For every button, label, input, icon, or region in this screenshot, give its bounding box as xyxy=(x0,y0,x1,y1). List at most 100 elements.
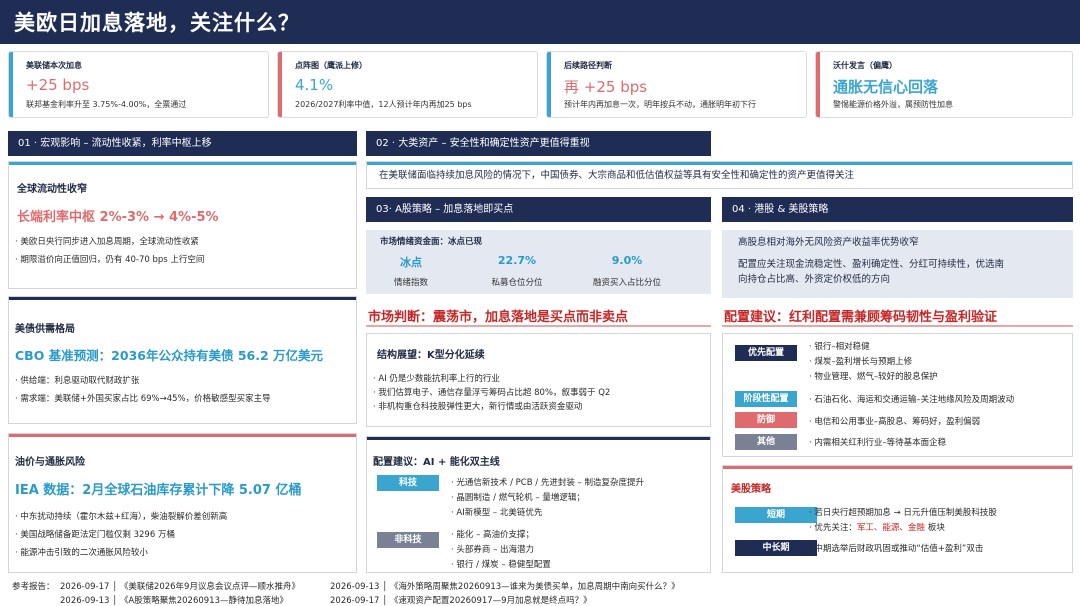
card-title: 全球流动性收窄 xyxy=(17,184,87,195)
section-01-header: 01 · 宏观影响 – 流动性收紧，利率中枢上移 xyxy=(8,131,357,156)
bullet: · AI 仍是少数能抗利率上行的行业 xyxy=(373,374,500,384)
card-title: 结构展望：K型分化延续 xyxy=(377,350,485,361)
sentiment-panel: 市场情绪资金面：冰点已现 冰点 22.7% 9.0% 情绪指数 私募仓位分位 融… xyxy=(366,230,711,294)
tag-defense: 防御 xyxy=(735,412,797,428)
oil-card: 油价与通胀风险 IEA 数据：2月全球石油库存累计下降 5.07 亿桶 · 中东… xyxy=(8,433,357,573)
tag-non-tech: 非科技 xyxy=(377,532,439,548)
kpi-card-hike: 美联储本次加息 +25 bps 联邦基金利率升至 3.75%-4.00%，全票通… xyxy=(8,51,269,118)
kpi-label: 美联储本次加息 xyxy=(26,61,82,70)
bullet: · 非机构重仓科技股弹性更大，新行情或由活跃资金驱动 xyxy=(373,402,583,412)
card-accent xyxy=(367,162,1072,165)
kpi-label: 点阵图（鹰派上修） xyxy=(295,61,367,70)
kpi-accent xyxy=(816,52,820,117)
treasury-card: 美债供需格局 CBO 基准预测：2036年公众持有美债 56.2 万亿美元 · … xyxy=(8,296,357,424)
tag-mid-long-term: 中长期 xyxy=(735,540,817,556)
stat-value: 22.7% xyxy=(497,254,537,267)
kpi-desc: 2026/2027利率中值，12人预计年内再加25 bps xyxy=(295,100,472,109)
kpi-accent xyxy=(547,52,551,117)
us-strategy-card: 美股策略 短期 · 若日央行超预期加息 → 日元升值压制美股科技股 · 优先关注… xyxy=(722,465,1073,573)
kpi-desc: 预计年内再加息一次，明年按兵不动，通胀明年初下行 xyxy=(564,100,756,109)
card-highlight: CBO 基准预测：2036年公众持有美债 56.2 万亿美元 xyxy=(15,348,324,363)
stat-label: 私募仓位分位 xyxy=(491,278,543,288)
focus-sectors: 军工、能源、金融 xyxy=(856,523,925,533)
reference-item: 2026-09-17 │ 《速观资产配置20260917—9月加息就是终点吗？》 xyxy=(330,596,592,606)
list-item: · 煤炭–盈利增长与预期上修 xyxy=(809,357,913,367)
list-item: · 头部券商 – 出海潜力 xyxy=(451,545,535,555)
stat-label: 融资买入占比分位 xyxy=(592,278,661,288)
list-item: · 晶圆制造 / 燃气轮机 – 量増逻辑； xyxy=(451,493,585,503)
divider xyxy=(366,325,711,327)
list-item: · 光通信新技术 / PCB / 先进封装 – 制造复杂度提升 xyxy=(451,478,644,488)
asset-allocation-card: 在美联储面临持续加息风险的情况下，中国债券、大宗商品和低估值权益等具有安全性和确… xyxy=(366,161,1073,189)
config-card: 配置建议：AI + 能化双主线 科技 · 光通信新技术 / PCB / 先进封装… xyxy=(366,436,711,573)
card-title: 油价与通胀风险 xyxy=(15,457,85,468)
bullet: · 期限溢价向正值回归，仍有 40-70 bps 上行空间 xyxy=(15,255,205,265)
kpi-value: 4.1% xyxy=(295,76,334,94)
list-item: · 物业管理、燃气–较好的股息保护 xyxy=(809,372,938,382)
list-item: · AI新模型 – 北美链优先 xyxy=(451,508,543,518)
sentiment-title: 市场情绪资金面：冰点已现 xyxy=(380,237,483,247)
divider xyxy=(722,325,1073,327)
kpi-accent xyxy=(278,52,282,117)
list-item: · 银行 / 煤炭 – 稳健型配置 xyxy=(451,560,551,570)
list-item: · 若日央行超预期加息 → 日元升值压制美股科技股 xyxy=(809,508,997,518)
tag-priority: 优先配置 xyxy=(735,345,797,361)
title-bar: 美欧日加息落地，关注什么？ xyxy=(0,0,1080,44)
stat-value: 9.0% xyxy=(611,254,643,267)
stat-label: 情绪指数 xyxy=(393,278,428,288)
kpi-card-warsh: 沃什发言（偏鹰） 通胀无信心回落 警惕能源价格外溢，属预防性加息 xyxy=(815,51,1073,118)
allocation-advice: 配置建议：红利配置需兼顾筹码韧性与盈利验证 xyxy=(724,310,998,325)
intro-line: 高股息相对海外无风险资产收益率优势收窄 xyxy=(738,237,919,248)
intro-line: 配置应关注现金流稳定性、盈利确定性、分红可持续性，优选南 xyxy=(738,259,1005,270)
asset-allocation-text: 在美联储面临持续加息风险的情况下，中国债券、大宗商品和低估值权益等具有安全性和确… xyxy=(379,170,855,181)
kpi-card-dotplot: 点阵图（鹰派上修） 4.1% 2026/2027利率中值，12人预计年内再加25… xyxy=(277,51,538,118)
kpi-value: 再 +25 bps xyxy=(564,78,648,96)
kpi-card-path: 后续路径判断 再 +25 bps 预计年内再加息一次，明年按兵不动，通胀明年初下… xyxy=(546,51,807,118)
card-title: 美债供需格局 xyxy=(15,324,75,335)
list-item: · 电信和公用事业–高股息、筹码好，盈利偏弱 xyxy=(809,417,981,427)
card-accent xyxy=(9,434,356,437)
focus-suffix: 板块 xyxy=(927,523,945,533)
reference-item: 2026-09-13 │ 《海外策略周聚焦20260913—谁来为美债买单，加息… xyxy=(330,582,680,592)
kpi-value: 通胀无信心回落 xyxy=(833,78,939,96)
bullet: · 我们估算电子、通信存量浮亏筹码占比超 80%，叙事弱于 Q2 xyxy=(373,388,611,398)
outlook-card: 结构展望：K型分化延续 · AI 仍是少数能抗利率上行的行业 · 我们估算电子、… xyxy=(366,333,711,427)
tag-tech: 科技 xyxy=(377,475,439,491)
list-item: · 石油石化、海运和交通运输–关注地缘风险及周期波动 xyxy=(809,395,1015,405)
card-highlight: IEA 数据：2月全球石油库存累计下降 5.07 亿桶 xyxy=(15,483,302,498)
kpi-label: 后续路径判断 xyxy=(564,61,612,70)
section-03-header: 03· A股策略 – 加息落地即买点 xyxy=(366,197,711,222)
bullet: · 供给端：利息驱动取代财政扩张 xyxy=(15,376,140,386)
list-item: · 内需相关红利行业–等待基本面企稳 xyxy=(809,438,947,448)
card-accent xyxy=(9,297,356,300)
intro-line: 向持仓占比高、外资定价权低的方向 xyxy=(738,274,891,285)
card-accent xyxy=(9,162,356,165)
card-accent xyxy=(723,466,1072,469)
bullet: · 能源冲击引致的二次通胀风险较小 xyxy=(15,548,148,558)
list-item: · 银行–相对稳健 xyxy=(809,342,870,352)
card-title: 美股策略 xyxy=(731,484,771,495)
card-title: 配置建议：AI + 能化双主线 xyxy=(373,457,500,468)
bullet: · 美欧日央行同步进入加息周期，全球流动性收紧 xyxy=(15,237,199,247)
bullet: · 中东扰动持续（霍尔木兹+红海），柴油裂解价差创新高 xyxy=(15,512,228,522)
reference-item: 2026-09-13 │ 《A股策略聚焦20260913—静待加息落地》 xyxy=(60,596,288,606)
tag-short-term: 短期 xyxy=(735,507,817,523)
kpi-label: 沃什发言（偏鹰） xyxy=(833,61,897,70)
card-highlight: 长端利率中枢 2%-3% → 4%-5% xyxy=(17,210,219,225)
card-accent xyxy=(367,437,710,440)
references-label: 参考报告： xyxy=(12,582,55,592)
reference-item: 2026-09-17 │ 《美联储2026年9月议息会议点评—顺水推舟》 xyxy=(60,582,300,592)
kpi-accent xyxy=(9,52,13,117)
bullet: · 需求端：美联储+外国买家占比 69%→45%，价格敏感型买家主导 xyxy=(15,394,271,404)
focus-label: · 优先关注： xyxy=(809,523,857,533)
list-item: · 优先关注：军工、能源、金融 板块 xyxy=(809,521,945,533)
kpi-desc: 警惕能源价格外溢，属预防性加息 xyxy=(833,100,953,109)
section-02-header: 02 · 大类资产 – 安全性和确定性资产更值得重视 xyxy=(366,131,711,156)
market-judgement: 市场判断：震荡市，加息落地是买点而非卖点 xyxy=(368,310,629,325)
list-item: · 能化 – 高油价支撑； xyxy=(451,530,535,540)
stat-value: 冰点 xyxy=(400,256,422,269)
page-title: 美欧日加息落地，关注什么？ xyxy=(14,11,300,35)
bullet: · 美国战略储备距法定门槛仅剩 3296 万桶 xyxy=(15,530,175,540)
section-04-header: 04 · 港股 & 美股策略 xyxy=(722,197,1073,222)
tag-phase: 阶段性配置 xyxy=(735,391,797,407)
